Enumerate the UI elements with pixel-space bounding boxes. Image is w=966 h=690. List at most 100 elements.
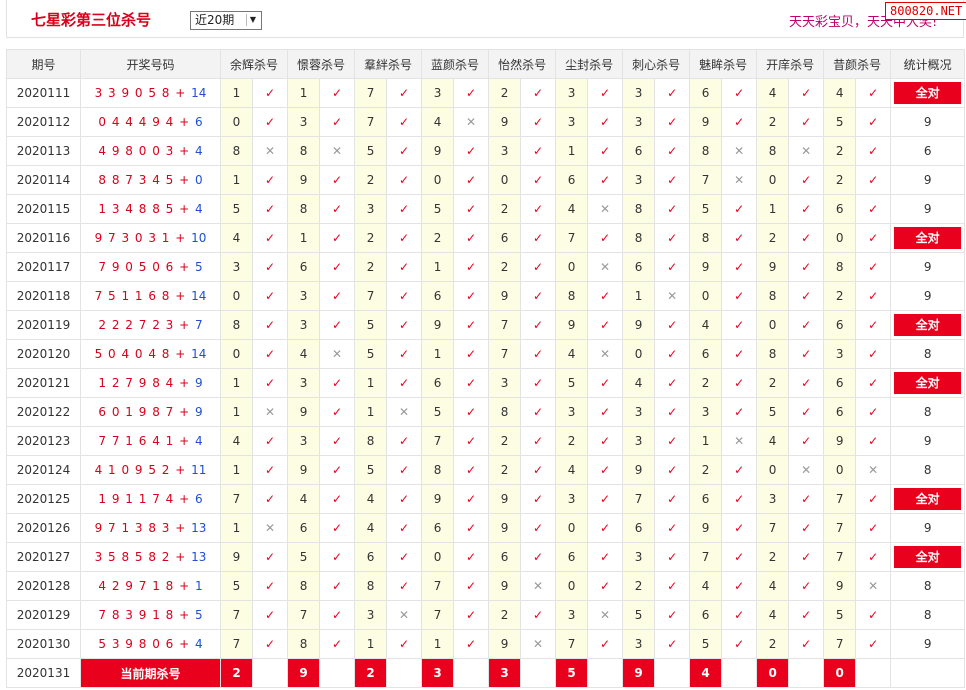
check-icon: ✓: [251, 426, 289, 456]
period-number: 2020123: [6, 426, 81, 456]
draw-bonus: 9: [194, 376, 203, 390]
check-icon: ✓: [386, 629, 423, 659]
check-icon: ✓: [855, 339, 892, 369]
check-icon: ✓: [386, 107, 423, 137]
check-icon: ✓: [386, 455, 423, 485]
draw-bonus: 14: [191, 289, 207, 303]
draw-digits: 4 2 9 7 1 8: [98, 579, 175, 593]
check-icon: ✓: [855, 165, 892, 195]
period-number: 2020119: [6, 310, 81, 340]
kill-number: 3: [555, 600, 589, 630]
check-icon: ✓: [855, 223, 892, 253]
kill-number: 9: [488, 107, 522, 137]
draw-bonus: 4: [194, 434, 203, 448]
check-icon: ✓: [251, 368, 289, 398]
draw-bonus: 7: [194, 318, 203, 332]
kill-number: 7: [220, 600, 253, 630]
kill-number: 9: [622, 310, 656, 340]
kill-number: 3: [756, 484, 790, 514]
check-icon: ✓: [520, 165, 557, 195]
check-icon: ✓: [654, 107, 691, 137]
kill-number: 5: [689, 629, 723, 659]
check-icon: ✓: [721, 339, 758, 369]
table-row: 2020124 4 1 0 9 5 2 + 11 1 ✓ 9 ✓ 5 ✓ 8 ✓ 2 ✓ 4 ✓ 9 ✓ 2 ✓ 0…: [6, 455, 966, 485]
table-row: 2020120 5 0 4 0 4 8 + 14 0 ✓ 4 ✕ 5 ✓ 1 ✓ 7 ✓ 4 ✕ 0 ✓ 6 ✓ 8…: [6, 339, 966, 369]
kill-number: 5: [689, 194, 723, 224]
draw-plus: +: [174, 579, 195, 593]
check-icon: ✓: [788, 78, 825, 108]
check-icon: ✓: [251, 223, 289, 253]
check-icon: ✓: [721, 397, 758, 427]
kill-number: 2: [488, 194, 522, 224]
kill-number: 1: [287, 223, 321, 253]
check-icon: ✓: [721, 310, 758, 340]
kill-number: 7: [555, 223, 589, 253]
draw-plus: +: [170, 463, 192, 477]
stat-summary: 8: [890, 397, 966, 427]
empty-cell: [890, 658, 966, 688]
check-icon: ✓: [386, 165, 423, 195]
kill-number: 7: [421, 600, 455, 630]
kill-number: 9: [488, 629, 522, 659]
draw-bonus: 4: [194, 202, 203, 216]
all-right-badge: 全对: [894, 546, 962, 568]
chevron-down-icon[interactable]: ▼: [246, 14, 259, 26]
draw-plus: +: [174, 260, 195, 274]
check-icon: ✓: [721, 78, 758, 108]
check-icon: ✓: [788, 310, 825, 340]
cross-icon: ✕: [587, 194, 624, 224]
stat-summary: 全对: [890, 484, 966, 514]
kill-number: 7: [354, 107, 388, 137]
empty-cell: [587, 658, 624, 688]
draw-digits: 5 3 9 8 0 6: [98, 637, 175, 651]
check-icon: ✓: [654, 397, 691, 427]
kill-number: 1: [421, 339, 455, 369]
kill-number: 1: [354, 368, 388, 398]
check-icon: ✓: [319, 426, 356, 456]
kill-number: 8: [823, 252, 857, 282]
table-row: 2020113 4 9 8 0 0 3 + 4 8 ✕ 8 ✕ 5 ✓ 9 ✓ 3 ✓ 1 ✓ 6 ✓ 8 ✕ 8 ✕…: [6, 136, 966, 166]
column-header: 余辉杀号: [219, 49, 289, 79]
kill-number: 7: [823, 484, 857, 514]
check-icon: ✓: [520, 136, 557, 166]
kill-number: 8: [689, 136, 723, 166]
kill-number: 7: [421, 426, 455, 456]
draw-bonus: 11: [191, 463, 207, 477]
period-select[interactable]: 近20期 ▼: [190, 11, 262, 30]
all-right-badge: 全对: [894, 227, 962, 249]
kill-number: 2: [488, 426, 522, 456]
kill-number: 2: [354, 223, 388, 253]
draw-numbers: 3 5 8 5 8 2 + 13: [80, 542, 221, 572]
check-icon: ✓: [721, 513, 758, 543]
draw-numbers: 1 2 7 9 8 4 + 9: [80, 368, 221, 398]
check-icon: ✓: [453, 165, 490, 195]
cross-icon: ✕: [319, 136, 356, 166]
period-number: 2020126: [6, 513, 81, 543]
kill-number: 3: [421, 78, 455, 108]
kill-number: 4: [555, 455, 589, 485]
all-right-badge: 全对: [894, 372, 962, 394]
kill-number: 4: [287, 484, 321, 514]
kill-number: 3: [287, 426, 321, 456]
kill-number: 8: [354, 571, 388, 601]
draw-bonus: 1: [194, 579, 203, 593]
draw-plus: +: [174, 115, 195, 129]
kill-number: 6: [421, 513, 455, 543]
kill-number: 0: [488, 165, 522, 195]
kill-number: 7: [220, 629, 253, 659]
empty-cell: [654, 658, 691, 688]
check-icon: ✓: [587, 165, 624, 195]
draw-plus: +: [174, 202, 195, 216]
draw-digits: 7 9 0 5 0 6: [98, 260, 175, 274]
check-icon: ✓: [587, 455, 624, 485]
stat-summary: 8: [890, 600, 966, 630]
draw-numbers: 7 5 1 1 6 8 + 14: [80, 281, 221, 311]
kill-number: 1: [354, 397, 388, 427]
check-icon: ✓: [788, 107, 825, 137]
kill-number: 6: [287, 513, 321, 543]
stat-summary: 9: [890, 194, 966, 224]
check-icon: ✓: [721, 368, 758, 398]
kill-number: 7: [354, 78, 388, 108]
check-icon: ✓: [855, 542, 892, 572]
period-number: 2020113: [6, 136, 81, 166]
